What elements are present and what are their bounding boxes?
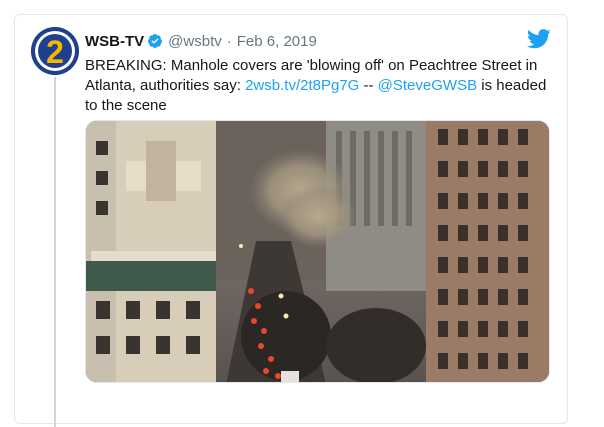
tweet-date[interactable]: Feb 6, 2019 bbox=[237, 33, 317, 50]
street-scene-image bbox=[86, 121, 549, 382]
tweet-media[interactable] bbox=[85, 120, 550, 383]
header-separator: · bbox=[226, 32, 232, 50]
tweet-card[interactable]: 2 WSB-TV @wsbtv · Feb 6, 2019 BREAKING: … bbox=[14, 14, 568, 427]
account-name[interactable]: WSB-TV bbox=[85, 33, 144, 50]
verified-badge-icon bbox=[148, 34, 163, 48]
tweet-text-separator: -- bbox=[359, 77, 378, 94]
thread-line bbox=[54, 77, 56, 427]
avatar[interactable]: 2 bbox=[31, 27, 79, 75]
tweet-header: WSB-TV @wsbtv · Feb 6, 2019 bbox=[85, 31, 317, 51]
avatar-digit: 2 bbox=[46, 34, 64, 70]
mention-link[interactable]: @SteveGWSB bbox=[378, 77, 477, 94]
wsb-logo-icon: 2 bbox=[31, 27, 79, 75]
account-handle[interactable]: @wsbtv bbox=[168, 33, 222, 50]
twitter-bird-icon[interactable] bbox=[527, 29, 551, 49]
tweet-link[interactable]: 2wsb.tv/2t8Pg7G bbox=[245, 77, 359, 94]
tweet-text: BREAKING: Manhole covers are 'blowing of… bbox=[85, 56, 555, 116]
